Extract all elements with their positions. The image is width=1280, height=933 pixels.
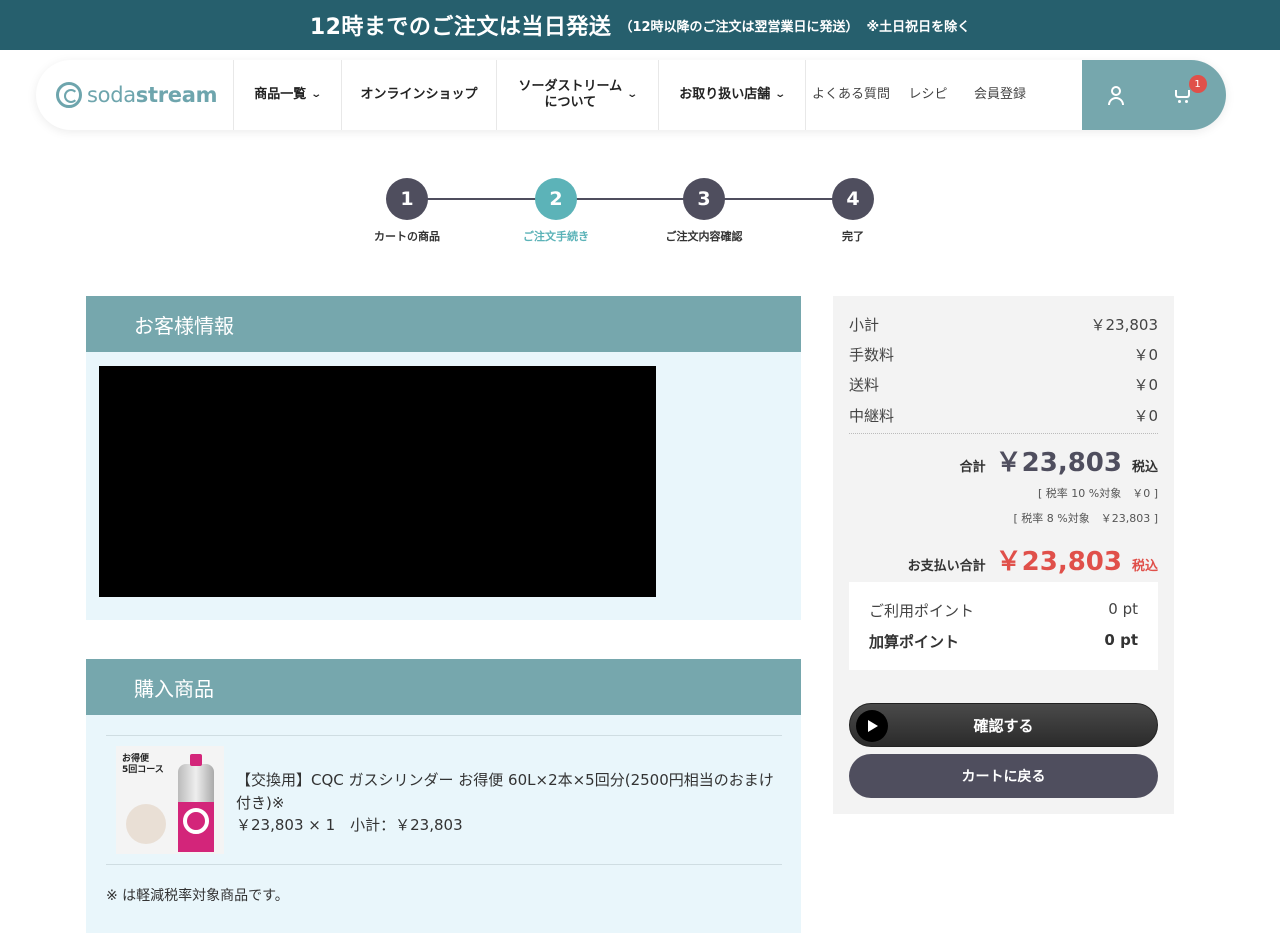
redacted-customer-details: [99, 366, 656, 597]
tax8-line: [ 税率 8 %対象 ￥23,803 ]: [1013, 512, 1158, 525]
cart-icon[interactable]: 1: [1169, 75, 1207, 109]
step-order: 2 ご注文手続き: [501, 178, 611, 244]
nav-products[interactable]: 商品一覧 ⌄: [234, 60, 342, 130]
summary-relay-fee: 中継料 ￥0: [849, 405, 1158, 426]
thumb-tag: お得便 5回コース: [122, 754, 164, 775]
banner-note: ※土日祝日を除く: [866, 19, 971, 35]
back-to-cart-label: カートに戻る: [961, 769, 1046, 785]
customer-info-panel: お客様情報: [86, 296, 801, 620]
total-value: ￥23,803: [995, 448, 1122, 478]
earned-points: 加算ポイント 0 pt: [869, 631, 1138, 652]
nav-online-shop[interactable]: オンラインショップ: [342, 60, 497, 130]
summary-label: 小計: [849, 316, 880, 334]
purchased-items-panel: 購入商品 お得便 5回コース 【交換用】CQC ガスシリンダー お得便 60L×2…: [86, 659, 801, 933]
list-item: お得便 5回コース 【交換用】CQC ガスシリンダー お得便 60L×2本×5回分…: [106, 735, 782, 865]
order-summary: 小計 ￥23,803 手数料 ￥0 送料 ￥0 中継料 ￥0 合計 ￥23,80…: [833, 296, 1174, 814]
step-number: 2: [535, 178, 577, 220]
cart-count-badge: 1: [1188, 75, 1207, 93]
points-value: 0 pt: [1108, 600, 1138, 618]
summary-value: ￥0: [1133, 376, 1158, 394]
total-label: 合計: [959, 460, 986, 475]
confirm-button-label: 確認する: [973, 716, 1034, 735]
sodastream-logo[interactable]: sodastream: [36, 60, 234, 130]
reduced-tax-note: ※ は軽減税率対象商品です。: [106, 888, 289, 904]
user-icon[interactable]: [1102, 81, 1130, 109]
product-thumbnail: お得便 5回コース: [116, 746, 224, 854]
summary-subtotal: 小計 ￥23,803: [849, 314, 1158, 335]
nav-stores-label: お取り扱い店舗: [679, 86, 771, 102]
nav-register-label: 会員登録: [973, 86, 1026, 102]
bonus-bottle-image: [126, 804, 166, 844]
summary-value: ￥0: [1133, 346, 1158, 364]
step-number: 4: [832, 178, 874, 220]
step-confirm: 3 ご注文内容確認: [649, 178, 759, 244]
step-label: カートの商品: [374, 230, 440, 243]
chevron-down-icon: ⌄: [310, 88, 323, 100]
summary-label: 送料: [849, 376, 880, 394]
summary-fee: 手数料 ￥0: [849, 344, 1158, 365]
points-box: ご利用ポイント 0 pt 加算ポイント 0 pt: [849, 582, 1158, 670]
product-price-line: ￥23,803 × 1 小計：￥23,803: [236, 816, 463, 834]
tax-included-label: 税込: [1131, 559, 1158, 574]
summary-divider: [849, 433, 1158, 434]
nav-register[interactable]: 会員登録: [960, 60, 1040, 130]
step-number: 1: [386, 178, 428, 220]
points-label: 加算ポイント: [869, 633, 960, 651]
banner-sub: （12時以降のご注文は翌営業日に発送）: [619, 19, 859, 35]
summary-shipping: 送料 ￥0: [849, 374, 1158, 395]
play-icon: [856, 710, 888, 742]
summary-value: ￥0: [1133, 407, 1158, 425]
step-number: 3: [683, 178, 725, 220]
gas-cylinder-image: [178, 754, 214, 852]
banner-main: 12時までのご注文は当日発送: [309, 15, 612, 40]
summary-label: 中継料: [849, 407, 895, 425]
step-label: 完了: [842, 230, 864, 243]
back-to-cart-button[interactable]: カートに戻る: [849, 754, 1158, 798]
shipping-banner: 12時までのご注文は当日発送 （12時以降のご注文は翌営業日に発送） ※土日祝日…: [0, 0, 1280, 50]
payment-total-value: ￥23,803: [995, 547, 1122, 577]
logo-mark-icon: [56, 82, 82, 108]
points-value: 0 pt: [1104, 631, 1138, 649]
nav-about[interactable]: ソーダストリーム について ⌄: [497, 60, 659, 130]
checkout-steps: 1 カートの商品 2 ご注文手続き 3 ご注文内容確認 4 完了: [352, 178, 912, 248]
nav-stores[interactable]: お取り扱い店舗 ⌄: [659, 60, 806, 130]
tax-included-label: 税込: [1131, 460, 1158, 475]
header-actions: 1: [1082, 60, 1226, 130]
points-label: ご利用ポイント: [869, 602, 975, 620]
summary-label: 手数料: [849, 346, 895, 364]
product-info: 【交換用】CQC ガスシリンダー お得便 60L×2本×5回分(2500円相当の…: [236, 769, 784, 837]
nav-about-label: ソーダストリーム について: [518, 78, 623, 110]
summary-payment-total: お支払い合計 ￥23,803 税込: [908, 541, 1158, 578]
nav-faq[interactable]: よくある質問: [806, 60, 896, 130]
used-points: ご利用ポイント 0 pt: [869, 600, 1138, 621]
site-header: sodastream 商品一覧 ⌄ オンラインショップ ソーダストリーム について…: [36, 60, 1226, 130]
nav-recipe-label: レシピ: [908, 86, 948, 102]
chevron-down-icon: ⌄: [626, 88, 639, 100]
nav-faq-label: よくある質問: [811, 86, 890, 102]
logo-text: sodastream: [87, 83, 218, 107]
chevron-down-icon: ⌄: [774, 88, 787, 100]
confirm-button[interactable]: 確認する: [849, 703, 1158, 747]
summary-total: 合計 ￥23,803 税込: [960, 442, 1158, 479]
payment-total-label: お支払い合計: [907, 559, 986, 574]
step-label: ご注文内容確認: [665, 230, 743, 243]
nav-recipe[interactable]: レシピ: [896, 60, 960, 130]
summary-value: ￥23,803: [1090, 316, 1159, 334]
nav-products-label: 商品一覧: [254, 86, 307, 102]
step-complete: 4 完了: [798, 178, 908, 244]
tax10-line: [ 税率 10 %対象 ￥0 ]: [1037, 487, 1158, 500]
step-label: ご注文手続き: [523, 230, 589, 243]
product-name: 【交換用】CQC ガスシリンダー お得便 60L×2本×5回分(2500円相当の…: [236, 771, 774, 812]
nav-online-shop-label: オンラインショップ: [360, 86, 478, 102]
steps-line: [407, 198, 852, 200]
purchased-items-heading: 購入商品: [86, 659, 801, 715]
customer-info-heading: お客様情報: [86, 296, 801, 352]
step-cart: 1 カートの商品: [352, 178, 462, 244]
